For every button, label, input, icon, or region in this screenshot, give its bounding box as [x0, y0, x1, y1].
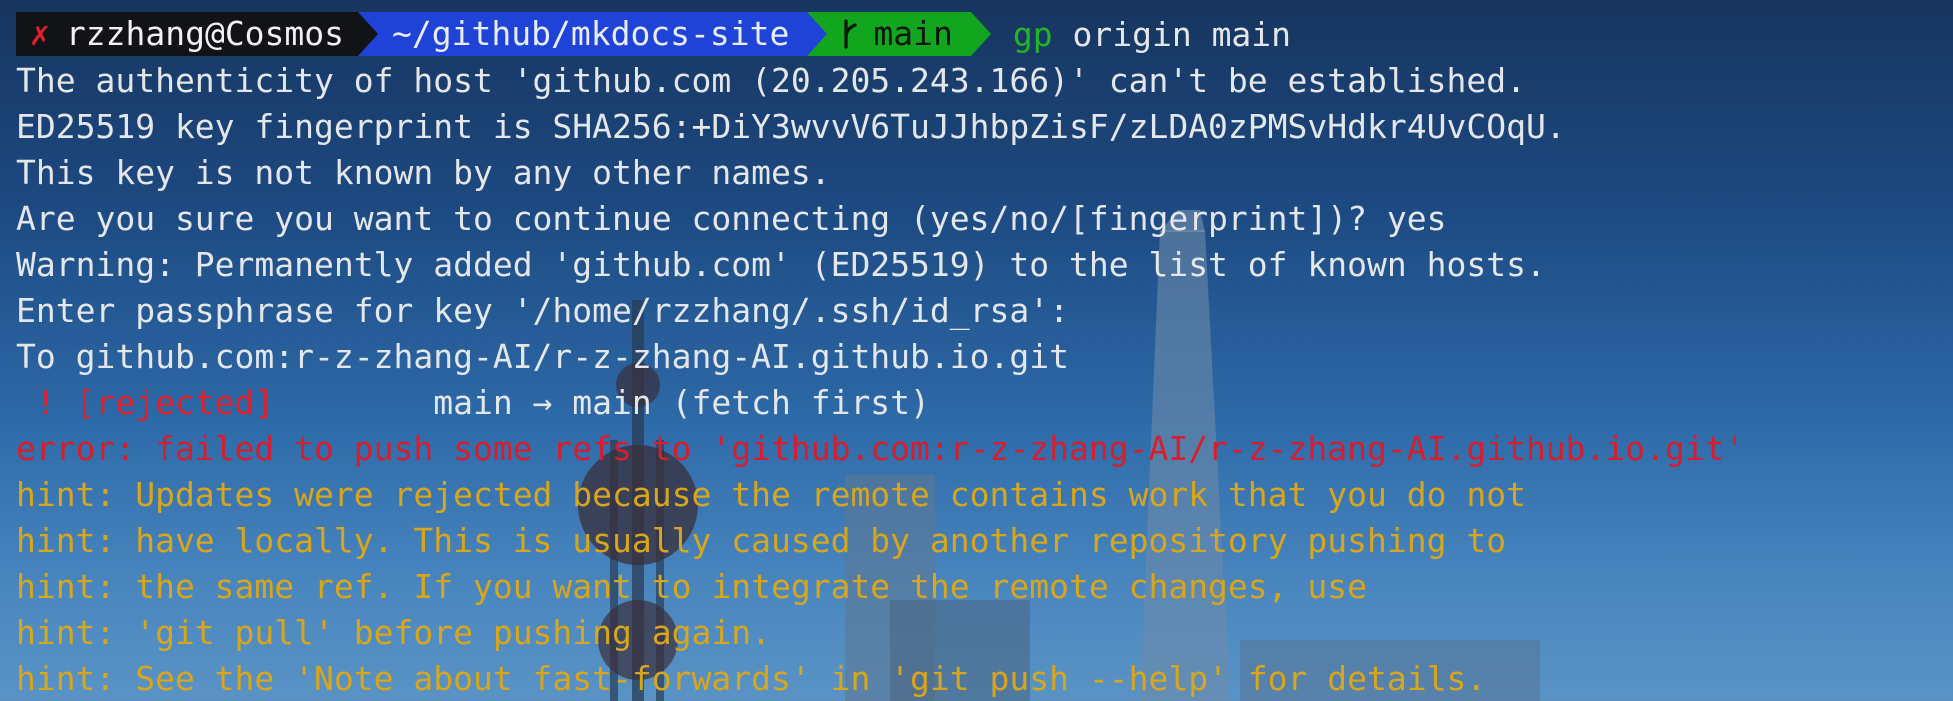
output-line: Warning: Permanently added 'github.com' …: [16, 245, 1546, 284]
output-line: ED25519 key fingerprint is SHA256:+DiY3w…: [16, 107, 1566, 146]
terminal-output[interactable]: ✗ rzzhang@Cosmos ~/github/mkdocs-site ma…: [16, 12, 1953, 701]
prompt-path-segment: ~/github/mkdocs-site: [358, 12, 828, 56]
command-line: gp origin main: [1013, 15, 1291, 54]
command-alias: gp: [1012, 14, 1053, 54]
command-args: origin main: [1052, 14, 1292, 54]
prompt-path: ~/github/mkdocs-site: [392, 14, 790, 53]
error-status-icon: ✗: [30, 14, 50, 53]
prompt-user-segment: ✗ rzzhang@Cosmos: [16, 12, 379, 56]
output-line: This key is not known by any other names…: [16, 153, 831, 192]
prompt-branch: main: [873, 14, 953, 53]
hint-line: hint: 'git pull' before pushing again.: [16, 613, 771, 652]
prompt-user-host: rzzhang@Cosmos: [65, 14, 345, 53]
git-branch-icon: [844, 19, 857, 49]
output-line: Enter passphrase for key '/home/rzzhang/…: [16, 291, 1069, 330]
output-line: The authenticity of host 'github.com (20…: [16, 61, 1526, 100]
output-line: Are you sure you want to continue connec…: [16, 199, 1447, 238]
hint-line: hint: See the 'Note about fast-forwards'…: [16, 659, 1487, 698]
error-line: error: failed to push some refs to 'gith…: [16, 429, 1745, 468]
rejected-marker: ! [rejected]: [16, 383, 275, 422]
rejected-detail: main → main (fetch first): [274, 383, 930, 422]
prompt-git-segment: main: [807, 12, 991, 56]
output-line: To github.com:r-z-zhang-AI/r-z-zhang-AI.…: [16, 337, 1069, 376]
hint-line: hint: have locally. This is usually caus…: [16, 521, 1507, 560]
hint-line: hint: Updates were rejected because the …: [16, 475, 1526, 514]
rejected-line: ! [rejected] main → main (fetch first): [16, 380, 1953, 426]
hint-line: hint: the same ref. If you want to integ…: [16, 567, 1368, 606]
shell-prompt: ✗ rzzhang@Cosmos ~/github/mkdocs-site ma…: [16, 12, 1953, 56]
